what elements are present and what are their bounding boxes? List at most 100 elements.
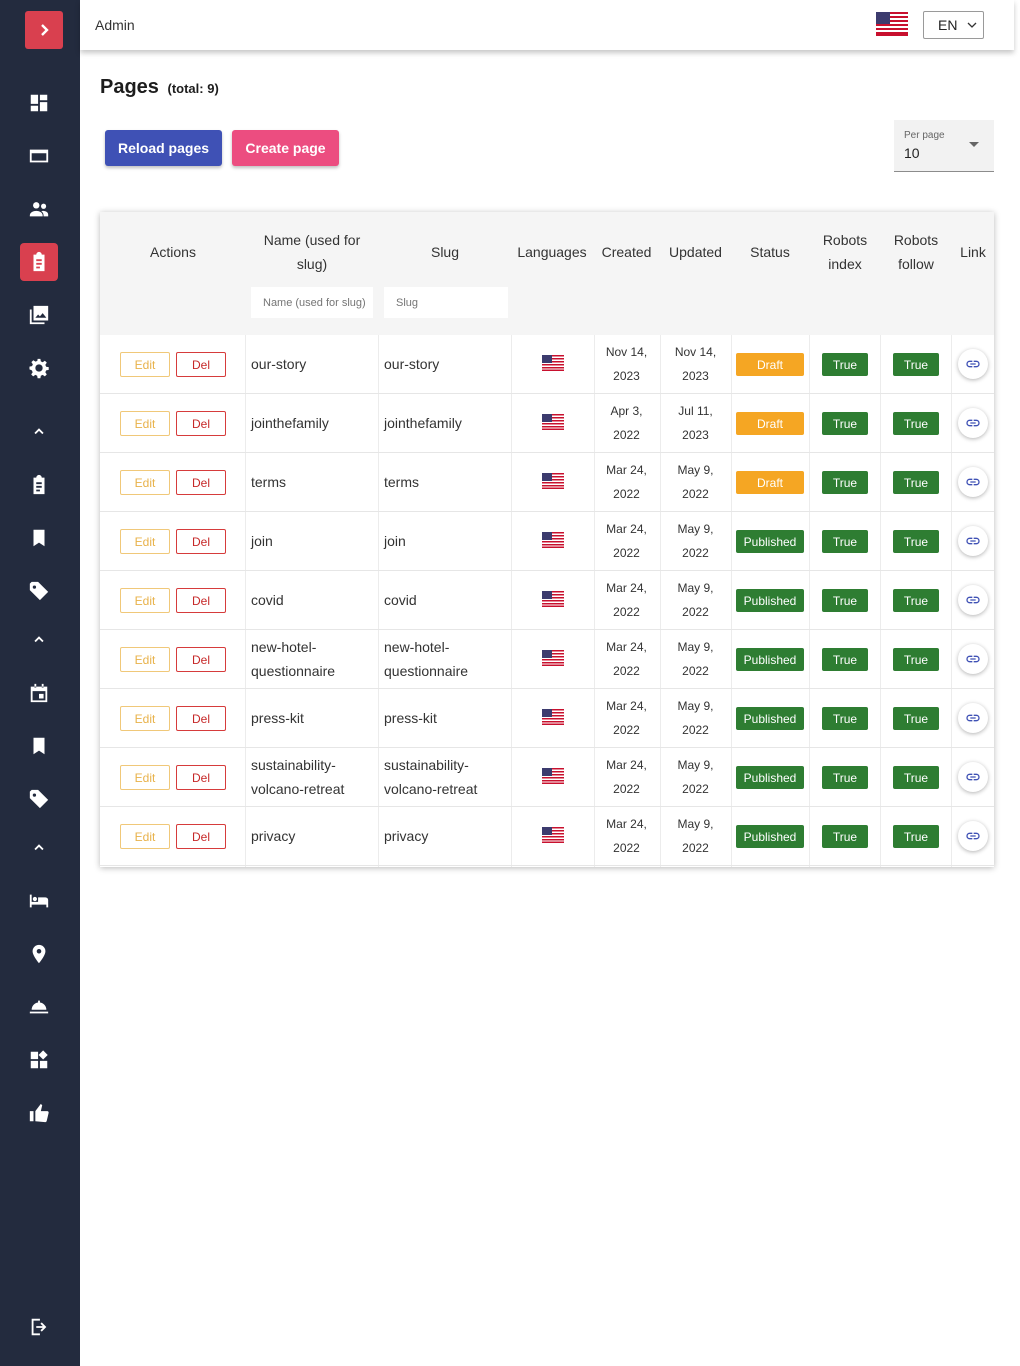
status-badge: Published <box>736 766 804 789</box>
updated-date: May 9, 2022 <box>677 581 714 619</box>
chevron-right-icon <box>41 24 49 36</box>
sidebar-item-room-service[interactable] <box>20 988 58 1026</box>
delete-button[interactable]: Del <box>176 824 226 849</box>
sidebar-item-hotel-bed[interactable] <box>20 882 58 920</box>
sidebar <box>0 0 80 1366</box>
updated-date: May 9, 2022 <box>677 699 714 737</box>
delete-button[interactable]: Del <box>176 352 226 377</box>
robots-index-badge: True <box>822 589 868 612</box>
page-slug: sustainability-volcano-retreat <box>384 757 478 797</box>
robots-index-badge: True <box>822 412 868 435</box>
sidebar-item-calendar[interactable] <box>20 674 58 712</box>
reload-pages-button[interactable]: Reload pages <box>105 130 222 166</box>
sidebar-item-widgets[interactable] <box>20 1041 58 1079</box>
sidebar-item-bookmark[interactable] <box>20 727 58 765</box>
slug-filter-input[interactable] <box>384 287 508 318</box>
header-robots-follow[interactable]: Robots follow <box>886 228 946 276</box>
edit-button[interactable]: Edit <box>120 765 170 790</box>
edit-button[interactable]: Edit <box>120 706 170 731</box>
us-flag-icon <box>542 473 564 489</box>
sidebar-expand-button[interactable] <box>25 11 63 49</box>
language-select[interactable]: EN <box>923 11 984 39</box>
delete-button[interactable]: Del <box>176 765 226 790</box>
language-value: EN <box>938 17 958 33</box>
delete-button[interactable]: Del <box>176 470 226 495</box>
robots-index-badge: True <box>822 530 868 553</box>
delete-button[interactable]: Del <box>176 411 226 436</box>
clipboard-icon <box>33 251 45 272</box>
open-link-button[interactable] <box>958 762 988 792</box>
sidebar-item-chevron-up[interactable] <box>20 620 58 658</box>
sidebar-item-chevron-up[interactable] <box>20 828 58 866</box>
header-created[interactable]: Created <box>599 240 654 264</box>
created-date: Nov 14, 2023 <box>605 345 648 383</box>
robots-follow-badge: True <box>893 648 939 671</box>
top-bar: Admin EN <box>80 0 1014 50</box>
sidebar-item-tag[interactable] <box>20 572 58 610</box>
name-filter-input[interactable] <box>251 287 373 318</box>
delete-button[interactable]: Del <box>176 529 226 554</box>
robots-follow-badge: True <box>893 766 939 789</box>
us-flag-icon[interactable] <box>876 12 908 36</box>
open-link-button[interactable] <box>958 408 988 438</box>
robots-index-badge: True <box>822 353 868 376</box>
robots-follow-badge: True <box>893 707 939 730</box>
header-robots-index[interactable]: Robots index <box>815 228 875 276</box>
link-icon <box>966 655 980 663</box>
header-name[interactable]: Name (used for slug) <box>251 228 373 276</box>
edit-button[interactable]: Edit <box>120 588 170 613</box>
sidebar-item-chevron-up[interactable] <box>20 412 58 450</box>
us-flag-icon <box>542 827 564 843</box>
edit-button[interactable]: Edit <box>120 647 170 672</box>
sidebar-item-thumb-up[interactable] <box>20 1094 58 1132</box>
open-link-button[interactable] <box>958 821 988 851</box>
per-page-select[interactable]: Per page 10 <box>894 120 994 172</box>
us-flag-icon <box>542 591 564 607</box>
settings-icon <box>29 358 49 379</box>
delete-button[interactable]: Del <box>176 706 226 731</box>
link-icon <box>966 714 980 722</box>
edit-button[interactable]: Edit <box>120 824 170 849</box>
sidebar-item-dashboard[interactable] <box>20 84 58 122</box>
page-name: terms <box>251 474 286 490</box>
sidebar-item-logout[interactable] <box>20 1308 58 1346</box>
open-link-button[interactable] <box>958 349 988 379</box>
edit-button[interactable]: Edit <box>120 529 170 554</box>
sidebar-item-location-pin[interactable] <box>20 935 58 973</box>
page-title-text: Pages <box>100 76 159 98</box>
sidebar-item-tag[interactable] <box>20 780 58 818</box>
us-flag-icon <box>542 532 564 548</box>
updated-date: Nov 14, 2023 <box>674 345 717 383</box>
sidebar-item-credit-card[interactable] <box>20 137 58 175</box>
edit-button[interactable]: Edit <box>120 352 170 377</box>
open-link-button[interactable] <box>958 585 988 615</box>
page-slug: terms <box>384 474 419 490</box>
open-link-button[interactable] <box>958 467 988 497</box>
delete-button[interactable]: Del <box>176 588 226 613</box>
edit-button[interactable]: Edit <box>120 470 170 495</box>
header-slug[interactable]: Slug <box>390 240 500 264</box>
status-badge: Draft <box>736 471 804 494</box>
create-page-button[interactable]: Create page <box>232 130 339 166</box>
created-date: Mar 24, 2022 <box>606 699 647 737</box>
open-link-button[interactable] <box>958 703 988 733</box>
table-row: Edit Del terms terms Mar 24, 2022 May 9, 2022… <box>100 453 994 512</box>
sidebar-item-photo-library[interactable] <box>20 296 58 334</box>
page-slug: new-hotel-questionnaire <box>384 639 469 679</box>
edit-button[interactable]: Edit <box>120 411 170 436</box>
delete-button[interactable]: Del <box>176 647 226 672</box>
open-link-button[interactable] <box>958 644 988 674</box>
sidebar-item-bookmark[interactable] <box>20 519 58 557</box>
header-status[interactable]: Status <box>736 240 804 264</box>
us-flag-icon <box>542 355 564 371</box>
sidebar-item-people[interactable] <box>20 190 58 228</box>
sidebar-item-clipboard[interactable] <box>20 466 58 504</box>
sidebar-item-clipboard[interactable] <box>20 243 58 281</box>
robots-follow-badge: True <box>893 412 939 435</box>
clipboard-icon <box>33 474 45 495</box>
open-link-button[interactable] <box>958 526 988 556</box>
hotel-bed-icon <box>29 894 49 908</box>
bookmark-icon <box>33 529 45 547</box>
header-updated[interactable]: Updated <box>664 240 727 264</box>
sidebar-item-settings[interactable] <box>20 349 58 387</box>
